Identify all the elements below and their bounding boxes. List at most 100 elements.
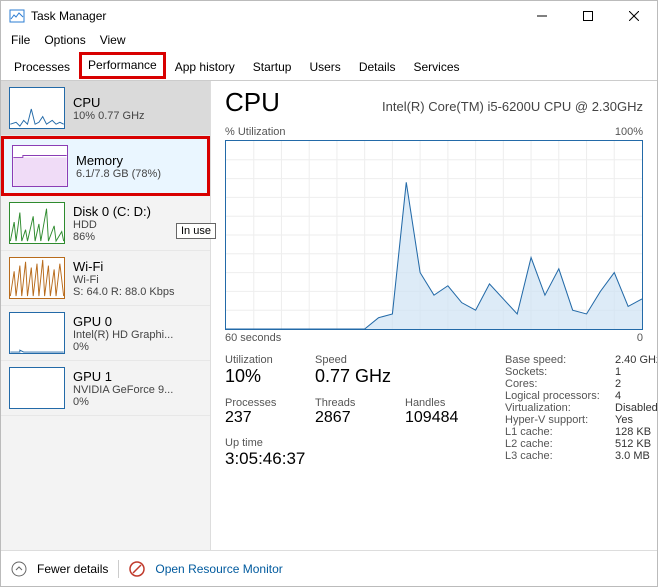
threads-val: 2867 [315,409,405,427]
cpu-chart[interactable] [225,140,643,330]
stats: Utilization10% Speed0.77 GHz Processes23… [225,354,643,469]
base-speed-v: 2.40 GHz [615,354,657,366]
l3-v: 3.0 MB [615,450,657,462]
sidebar-item-memory[interactable]: Memory 6.1/7.8 GB (78%) [1,136,210,196]
footer: Fewer details Open Resource Monitor [1,550,657,586]
handles-val: 109484 [405,409,495,427]
cpu-label: CPU [73,95,145,110]
speed-val: 0.77 GHz [315,366,405,387]
stats-right: Base speed:2.40 GHz Sockets:1 Cores:2 Lo… [505,354,657,469]
tab-app-history[interactable]: App history [166,54,244,81]
utilization-val: 10% [225,366,315,387]
window-title: Task Manager [31,9,106,23]
gpu1-sub1: NVIDIA GeForce 9... [73,384,173,396]
body: CPU 10% 0.77 GHz Memory 6.1/7.8 GB (78%) [1,81,657,550]
menubar: File Options View [1,31,657,53]
processes-key: Processes [225,397,315,409]
threads-key: Threads [315,397,405,409]
disk-sub2: 86% [73,231,151,243]
sidebar-item-cpu[interactable]: CPU 10% 0.77 GHz [1,81,210,136]
cores-k: Cores: [505,378,615,390]
x-label-left: 60 seconds [225,332,281,344]
y-label-left: % Utilization [225,126,286,138]
sidebar-item-wifi[interactable]: Wi-Fi Wi-Fi S: 64.0 R: 88.0 Kbps [1,251,210,306]
tab-users[interactable]: Users [300,54,349,81]
hyperv-v: Yes [615,414,657,426]
cpu-text: CPU 10% 0.77 GHz [73,95,145,122]
sockets-v: 1 [615,366,657,378]
wifi-text: Wi-Fi Wi-Fi S: 64.0 R: 88.0 Kbps [73,259,175,298]
sidebar-item-gpu1[interactable]: GPU 1 NVIDIA GeForce 9... 0% [1,361,210,416]
sidebar: CPU 10% 0.77 GHz Memory 6.1/7.8 GB (78%) [1,81,211,550]
virt-k: Virtualization: [505,402,615,414]
task-manager-window: Task Manager File Options View Processes… [0,0,658,587]
memory-thumb [12,145,68,187]
speed-key: Speed [315,354,405,366]
tabstrip: Processes Performance App history Startu… [1,53,657,81]
wifi-sub2: S: 64.0 R: 88.0 Kbps [73,286,175,298]
stats-left: Utilization10% Speed0.77 GHz Processes23… [225,354,495,469]
main-panel: CPU Intel(R) Core(TM) i5-6200U CPU @ 2.3… [211,81,657,550]
gpu0-text: GPU 0 Intel(R) HD Graphi... 0% [73,314,173,353]
minimize-button[interactable] [519,1,565,31]
menu-file[interactable]: File [11,33,30,47]
memory-label: Memory [76,153,161,168]
processes-val: 237 [225,409,315,427]
tab-processes[interactable]: Processes [5,54,79,81]
x-label-right: 0 [637,332,643,344]
separator [118,560,119,578]
chart-x-labels: 60 seconds 0 [225,332,643,344]
hyperv-k: Hyper-V support: [505,414,615,426]
disk-thumb [9,202,65,244]
chart-y-labels: % Utilization 100% [225,126,643,138]
gpu1-text: GPU 1 NVIDIA GeForce 9... 0% [73,369,173,408]
sidebar-item-gpu0[interactable]: GPU 0 Intel(R) HD Graphi... 0% [1,306,210,361]
wifi-thumb [9,257,65,299]
logical-v: 4 [615,390,657,402]
uptime-key: Up time [225,437,495,449]
menu-options[interactable]: Options [44,33,85,47]
logical-k: Logical processors: [505,390,615,402]
disk-label: Disk 0 (C: D:) [73,204,151,219]
l1-k: L1 cache: [505,426,615,438]
fewer-details-button[interactable]: Fewer details [37,562,108,576]
l1-v: 128 KB [615,426,657,438]
memory-text: Memory 6.1/7.8 GB (78%) [76,153,161,180]
cores-v: 2 [615,378,657,390]
main-header: CPU Intel(R) Core(TM) i5-6200U CPU @ 2.3… [225,87,643,118]
gpu1-label: GPU 1 [73,369,173,384]
l2-k: L2 cache: [505,438,615,450]
open-resource-monitor-link[interactable]: Open Resource Monitor [155,562,282,576]
disk-text: Disk 0 (C: D:) HDD 86% [73,204,151,243]
tooltip-in-use: In use [176,223,216,239]
window-buttons [519,1,657,31]
maximize-button[interactable] [565,1,611,31]
base-speed-k: Base speed: [505,354,615,366]
y-label-right: 100% [615,126,643,138]
cpu-thumb [9,87,65,129]
uptime-val: 3:05:46:37 [225,449,495,469]
l3-k: L3 cache: [505,450,615,462]
gpu0-sub2: 0% [73,341,173,353]
gpu0-thumb [9,312,65,354]
l2-v: 512 KB [615,438,657,450]
wifi-label: Wi-Fi [73,259,175,274]
tab-performance[interactable]: Performance [79,52,166,79]
menu-view[interactable]: View [100,33,126,47]
wifi-sub1: Wi-Fi [73,274,175,286]
tab-services[interactable]: Services [405,54,469,81]
cpu-description: Intel(R) Core(TM) i5-6200U CPU @ 2.30GHz [382,99,643,114]
chevron-up-circle-icon [11,561,27,577]
tab-details[interactable]: Details [350,54,405,81]
titlebar: Task Manager [1,1,657,31]
app-icon [9,8,25,24]
gpu1-thumb [9,367,65,409]
memory-sub: 6.1/7.8 GB (78%) [76,168,161,180]
main-title: CPU [225,87,280,118]
tab-startup[interactable]: Startup [244,54,301,81]
close-button[interactable] [611,1,657,31]
disk-sub1: HDD [73,219,151,231]
virt-v: Disabled [615,402,657,414]
utilization-key: Utilization [225,354,315,366]
sockets-k: Sockets: [505,366,615,378]
